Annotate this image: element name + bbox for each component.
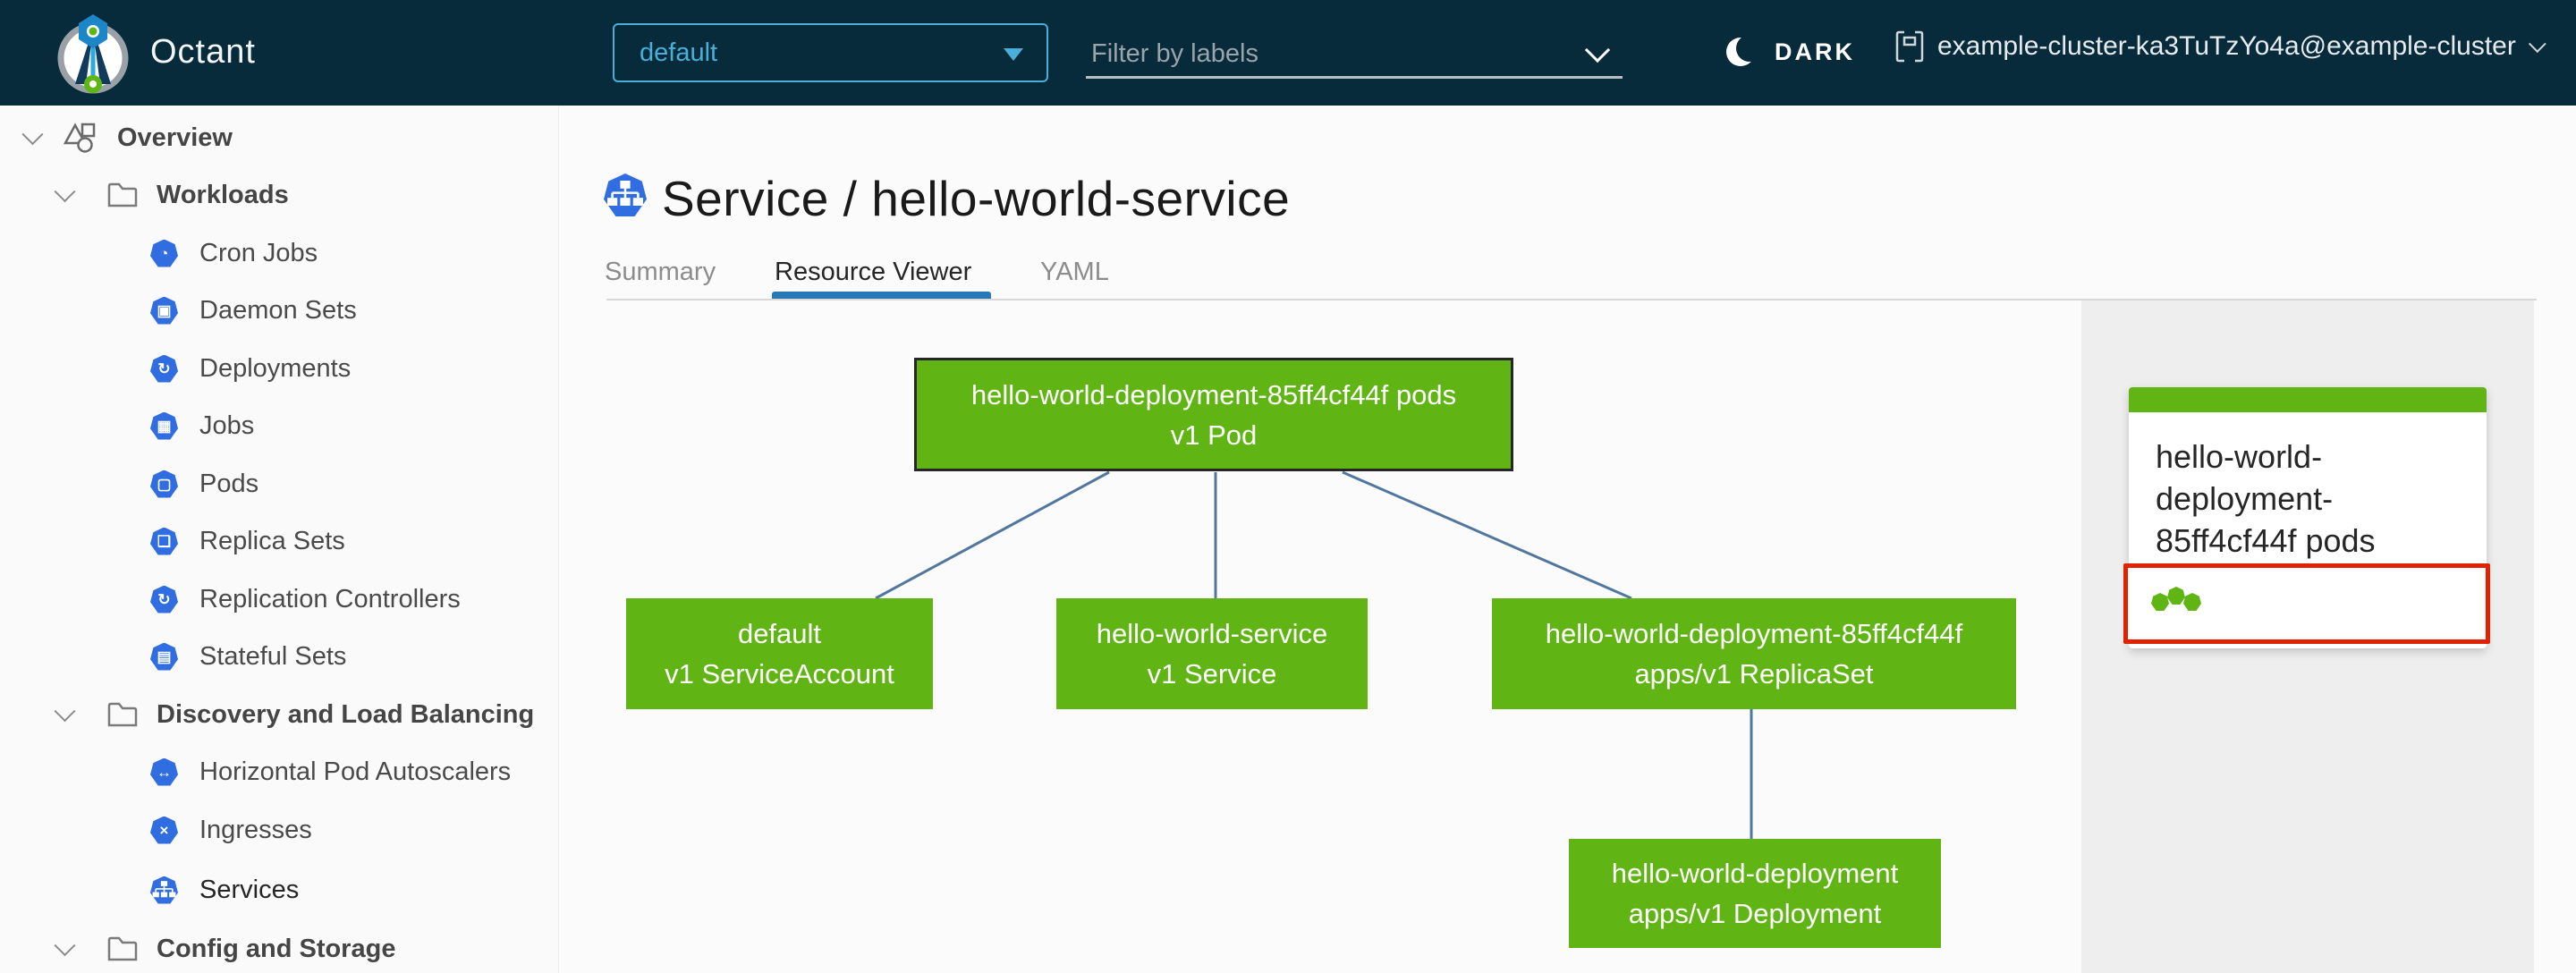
sidebar-item-jobs[interactable]: Jobs xyxy=(0,397,559,454)
sidebar-item-label: Jobs xyxy=(199,410,255,440)
main-content: Service / hello-world-service Summary Re… xyxy=(559,106,2576,973)
sidebar-item-label: Replication Controllers xyxy=(199,584,461,613)
graph-edge xyxy=(875,470,1110,600)
sidebar-item-cron-jobs[interactable]: Cron Jobs xyxy=(0,224,559,282)
chevron-down-icon[interactable] xyxy=(54,180,76,202)
sidebar-item-services[interactable]: Services xyxy=(0,861,559,918)
chevron-down-icon[interactable] xyxy=(54,934,76,956)
cluster-icon xyxy=(1895,30,1924,63)
graph-node-service[interactable]: hello-world-service v1 Service xyxy=(1056,598,1368,709)
node-label-line2: v1 Service xyxy=(1147,658,1277,690)
node-label-line2: apps/v1 ReplicaSet xyxy=(1634,658,1874,690)
sidebar-item-label: Replica Sets xyxy=(199,526,345,555)
sidebar-item-label: Discovery and Load Balancing xyxy=(157,699,535,729)
job-icon xyxy=(150,411,178,440)
replicaset-icon xyxy=(150,527,178,555)
sidebar-item-label: Stateful Sets xyxy=(199,641,347,671)
detail-panel: hello-world-deployment-85ff4cf44f pods xyxy=(2081,300,2534,973)
moon-icon xyxy=(1726,35,1760,66)
sidebar-item-stateful-sets[interactable]: Stateful Sets xyxy=(0,628,559,685)
sidebar-item-discovery-and-load-balancing[interactable]: Discovery and Load Balancing xyxy=(0,686,559,743)
sidebar-item-label: Cron Jobs xyxy=(199,238,318,267)
pod-icon xyxy=(150,470,178,498)
graph-node-replicaset[interactable]: hello-world-deployment-85ff4cf44f apps/v… xyxy=(1492,598,2016,709)
node-label-line1: hello-world-deployment xyxy=(1611,858,1899,889)
chevron-down-icon[interactable] xyxy=(54,699,76,722)
pod-status-dot xyxy=(2151,593,2169,611)
node-label-line1: hello-world-service xyxy=(1096,618,1328,649)
folder-icon xyxy=(107,936,138,961)
dropdown-caret-icon xyxy=(1004,48,1023,61)
graph-node-pod[interactable]: hello-world-deployment-85ff4cf44f pods v… xyxy=(914,358,1513,471)
sidebar-item-workloads[interactable]: Workloads xyxy=(0,166,559,224)
octant-logo xyxy=(57,14,129,94)
theme-toggle-label: DARK xyxy=(1775,38,1855,65)
sidebar-item-label: Ingresses xyxy=(199,815,312,844)
ingress-icon xyxy=(150,816,178,844)
hpa-icon xyxy=(150,757,178,786)
cluster-context-label: example-cluster-ka3TuTzYo4a@example-clus… xyxy=(1937,31,2516,61)
sidebar-item-pods[interactable]: Pods xyxy=(0,455,559,512)
service-icon xyxy=(150,876,178,904)
dark-theme-toggle[interactable]: DARK xyxy=(1724,32,1855,72)
sidebar-item-daemon-sets[interactable]: Daemon Sets xyxy=(0,282,559,339)
sidebar-item-label: Deployments xyxy=(199,353,352,383)
deployment-icon xyxy=(150,354,178,383)
label-filter-placeholder: Filter by labels xyxy=(1091,39,1258,68)
sidebar-item-label: Horizontal Pod Autoscalers xyxy=(199,757,512,786)
sidebar-item-label: Workloads xyxy=(157,180,289,209)
node-label-line2: apps/v1 Deployment xyxy=(1628,898,1882,929)
card-status-bar xyxy=(2129,387,2487,412)
sidebar-item-ingresses[interactable]: Ingresses xyxy=(0,801,559,859)
sidebar-item-label: Services xyxy=(199,875,300,904)
node-label-line1: hello-world-deployment-85ff4cf44f xyxy=(1545,618,1963,649)
folder-icon xyxy=(107,182,138,207)
sidebar-nav: Overview Workloads Cron Jobs Daemon Sets… xyxy=(0,106,559,973)
app-title: Octant xyxy=(150,33,256,71)
folder-icon xyxy=(107,702,138,727)
chevron-down-icon xyxy=(2528,35,2546,54)
input-underline xyxy=(1086,76,1623,79)
sidebar-item-label: Pods xyxy=(199,469,259,498)
namespace-dropdown[interactable]: default xyxy=(613,23,1048,82)
daemonset-icon xyxy=(150,296,178,325)
octant-app: Octant default Filter by labels DARK exa… xyxy=(0,0,2576,973)
graph-edge xyxy=(1342,470,1632,600)
chevron-down-icon[interactable] xyxy=(1584,37,1611,63)
objects-icon xyxy=(64,123,96,153)
statefulset-icon xyxy=(150,642,178,671)
namespace-dropdown-value: default xyxy=(640,38,718,67)
cluster-context-selector[interactable]: example-cluster-ka3TuTzYo4a@example-clus… xyxy=(1894,29,2546,64)
node-label-line1: hello-world-deployment-85ff4cf44f pods xyxy=(970,378,1457,410)
card-title: hello-world-deployment-85ff4cf44f pods xyxy=(2156,438,2376,559)
node-label-line2: v1 Pod xyxy=(1170,419,1258,451)
sidebar-item-label: Overview xyxy=(117,123,233,152)
graph-node-serviceaccount[interactable]: default v1 ServiceAccount xyxy=(626,598,933,709)
sidebar-item-label: Config and Storage xyxy=(157,934,396,963)
sidebar-item-replication-controllers[interactable]: Replication Controllers xyxy=(0,571,559,628)
sidebar-item-label: Daemon Sets xyxy=(199,295,357,325)
sidebar-item-overview[interactable]: Overview xyxy=(0,109,559,166)
sidebar-item-horizontal-pod-autoscalers[interactable]: Horizontal Pod Autoscalers xyxy=(0,743,559,800)
cronjob-icon xyxy=(150,239,178,267)
sidebar-item-deployments[interactable]: Deployments xyxy=(0,340,559,397)
replicationcontroller-icon xyxy=(150,585,178,613)
header-bar: Octant default Filter by labels DARK exa… xyxy=(0,0,2576,106)
node-label-line2: v1 ServiceAccount xyxy=(665,658,894,690)
chevron-down-icon[interactable] xyxy=(21,123,44,145)
graph-node-deployment[interactable]: hello-world-deployment apps/v1 Deploymen… xyxy=(1569,839,1941,948)
sidebar-item-config-and-storage[interactable]: Config and Storage xyxy=(0,920,559,973)
sidebar-item-replica-sets[interactable]: Replica Sets xyxy=(0,512,559,570)
node-label-line1: default xyxy=(737,618,822,649)
pod-status-box xyxy=(2123,563,2490,644)
label-filter-input[interactable]: Filter by labels xyxy=(1086,27,1623,79)
pod-status-dot xyxy=(2183,593,2201,611)
pod-status-dot xyxy=(2167,587,2185,605)
